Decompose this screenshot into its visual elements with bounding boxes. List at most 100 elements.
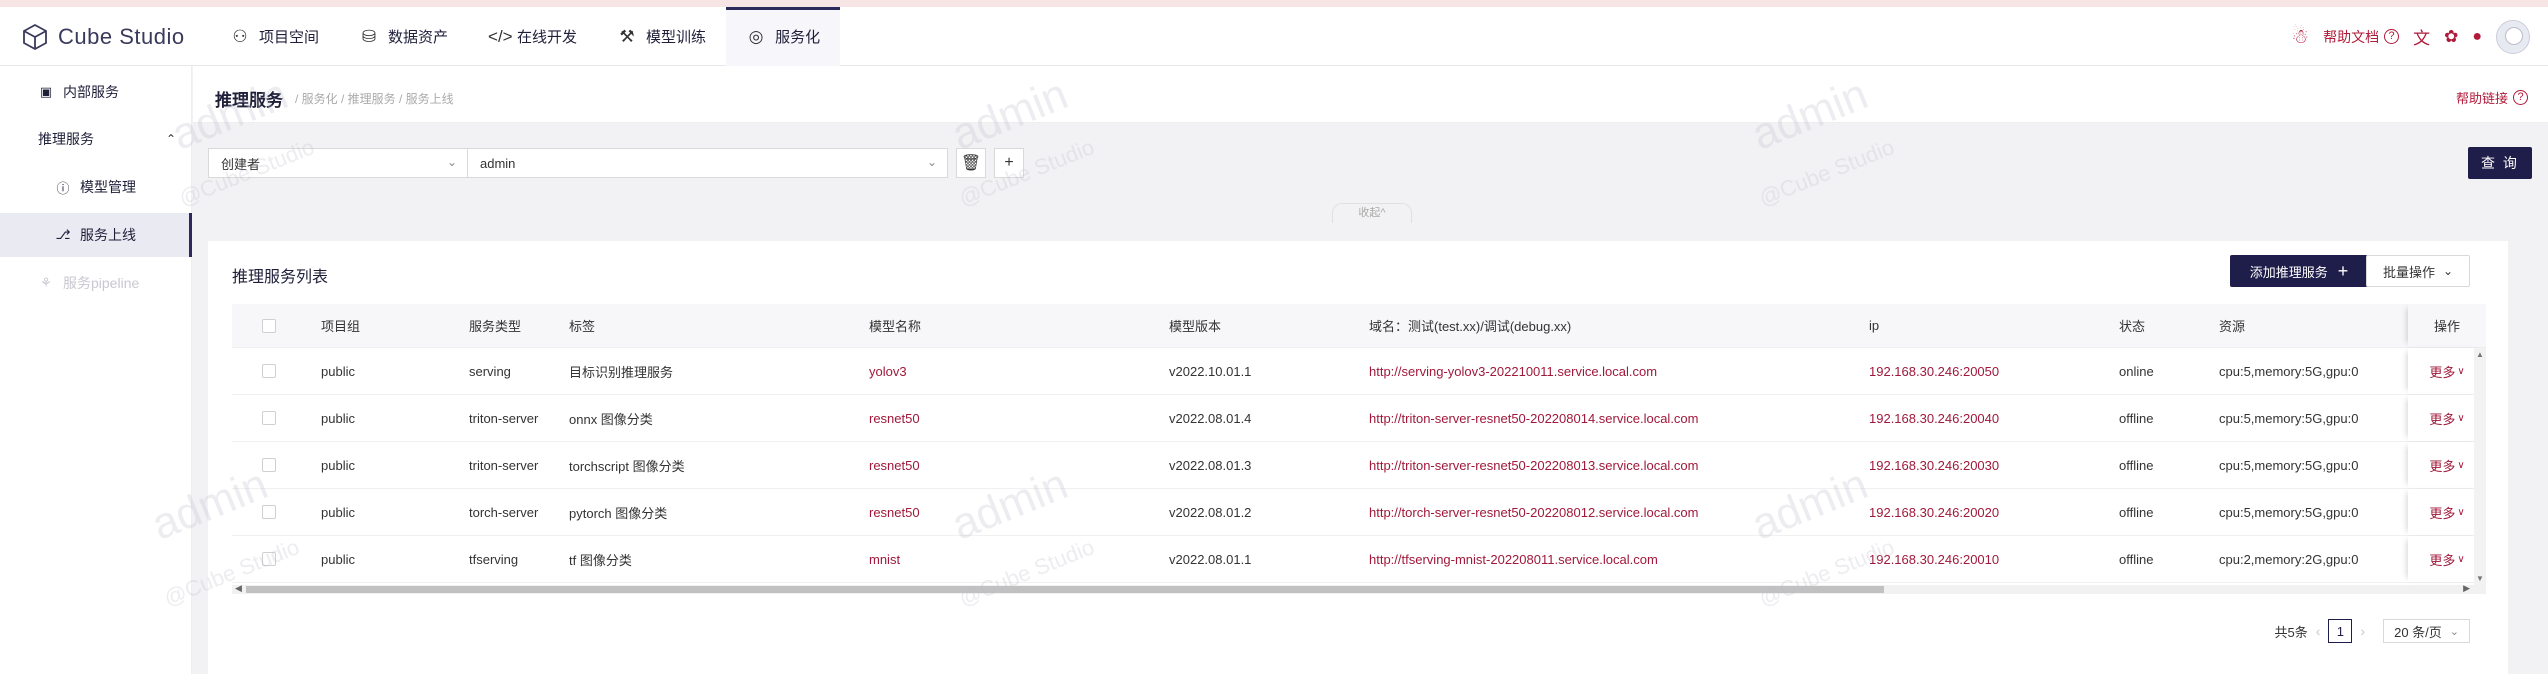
nav-serving[interactable]: ◎ 服务化 — [726, 7, 841, 66]
cell-domain-link[interactable]: http://torch-server-resnet50-202208012.s… — [1369, 489, 1699, 535]
cell-ip-link[interactable]: 192.168.30.246:20010 — [1869, 536, 1999, 582]
cell-ip-link[interactable]: 192.168.30.246:20030 — [1869, 442, 1999, 488]
cell-group: public — [321, 551, 355, 567]
help-link[interactable]: 帮助链接 ? — [2456, 88, 2528, 107]
info-circle-icon: ⓘ — [56, 180, 70, 196]
nav-project-space[interactable]: ⚇ 项目空间 — [210, 7, 339, 66]
collapse-filter-toggle[interactable]: 收起^ — [1332, 203, 1412, 223]
scroll-left-icon[interactable]: ◀ — [235, 583, 242, 594]
nav-label: 模型训练 — [646, 29, 707, 46]
app-logo[interactable]: Cube Studio — [22, 21, 185, 53]
scroll-down-icon[interactable]: ▼ — [2476, 574, 2484, 583]
sidebar-item-service-online[interactable]: ⎇ 服务上线 — [0, 213, 192, 257]
col-header-domain[interactable]: 域名：测试(test.xx)/调试(debug.xx) — [1369, 304, 1571, 347]
scroll-right-icon[interactable]: ▶ — [2463, 583, 2470, 594]
more-label: 更多 — [2429, 364, 2456, 380]
batch-button-label: 批量操作 — [2382, 264, 2435, 280]
table-row: public serving 目标识别推理服务 yolov3 v2022.10.01.1… — [232, 348, 2486, 395]
nav-label: 服务化 — [775, 29, 821, 46]
cell-tag: tf 图像分类 — [569, 552, 632, 568]
cell-ip-link[interactable]: 192.168.30.246:20020 — [1869, 489, 1999, 535]
sidebar-item-model-management[interactable]: ⓘ 模型管理 — [0, 165, 192, 209]
cell-model-link[interactable]: resnet50 — [869, 489, 920, 535]
cell-version: v2022.10.01.1 — [1169, 363, 1252, 379]
cell-tag: onnx 图像分类 — [569, 411, 653, 427]
cell-domain-link[interactable]: http://triton-server-resnet50-202208013.… — [1369, 442, 1699, 488]
row-checkbox[interactable] — [262, 395, 276, 441]
nav-label: 数据资产 — [388, 29, 449, 46]
github-icon[interactable]: ● — [2472, 28, 2482, 46]
scroll-up-icon[interactable]: ▲ — [2476, 350, 2484, 359]
cell-domain-link[interactable]: http://serving-yolov3-202210011.service.… — [1369, 348, 1657, 394]
plus-icon: + — [2337, 260, 2349, 281]
delete-filter-button[interactable]: 🗑 — [956, 148, 986, 178]
table-row: public tfserving tf 图像分类 mnist v2022.08.01.1… — [232, 536, 2486, 583]
main-nav: ⚇ 项目空间 ⛁ 数据资产 </> 在线开发 ⚒ 模型训练 ◎ 服务化 — [210, 7, 841, 66]
add-inference-service-button[interactable]: 添加推理服务 + — [2230, 255, 2368, 287]
add-filter-button[interactable]: + — [994, 148, 1024, 178]
help-doc-link[interactable]: 帮助文档 ? — [2323, 27, 2400, 47]
sidebar: ▣ 内部服务 推理服务 ⌃ ⓘ 模型管理 ⎇ 服务上线 ⚘ 服务pipeline — [0, 66, 192, 674]
table-header: 项目组 服务类型 标签 模型名称 模型版本 域名：测试(test.xx)/调试(… — [232, 304, 2486, 348]
page-header: 推理服务 / 服务化 / 推理服务 / 服务上线 帮助链接 ? — [193, 66, 2548, 123]
nav-online-dev[interactable]: </> 在线开发 — [468, 7, 597, 66]
service-list-panel: 推理服务列表 添加推理服务 + 批量操作 ⌄ 项目组 服务类型 标签 模型名称 … — [208, 241, 2508, 674]
sidebar-item-service-pipeline[interactable]: ⚘ 服务pipeline — [0, 261, 192, 305]
cell-status: offline — [2119, 504, 2154, 520]
col-header-version[interactable]: 模型版本 — [1169, 304, 1221, 347]
select-all-checkbox[interactable] — [262, 304, 276, 347]
scrollbar-thumb[interactable] — [246, 586, 1884, 593]
cell-domain-link[interactable]: http://triton-server-resnet50-202208014.… — [1369, 395, 1699, 441]
prev-page-icon[interactable]: ‹ — [2316, 623, 2321, 639]
sidebar-item-internal-service[interactable]: ▣ 内部服务 — [0, 70, 192, 114]
watermark-sub: @Cube Studio — [1755, 134, 1898, 211]
col-header-ip[interactable]: ip — [1869, 304, 1879, 347]
horizontal-scrollbar[interactable]: ◀ ▶ — [232, 583, 2486, 594]
cell-model-link[interactable]: yolov3 — [869, 348, 907, 394]
cell-model-link[interactable]: resnet50 — [869, 395, 920, 441]
nav-model-training[interactable]: ⚒ 模型训练 — [597, 7, 726, 66]
chevron-up-icon: ⌃ — [165, 132, 176, 146]
training-icon: ⚒ — [619, 26, 635, 46]
page-number-current[interactable]: 1 — [2328, 619, 2353, 643]
col-header-status[interactable]: 状态 — [2119, 304, 2145, 347]
page-title: 推理服务 — [215, 91, 283, 110]
cell-type: triton-server — [469, 457, 539, 473]
chevron-down-icon: ∨ — [2457, 365, 2465, 377]
col-header-group[interactable]: 项目组 — [321, 304, 360, 347]
user-avatar[interactable] — [2496, 19, 2530, 54]
cell-resource: cpu:5,memory:5G,gpu:0 — [2219, 457, 2359, 473]
cell-domain-link[interactable]: http://tfserving-mnist-202208011.service… — [1369, 536, 1658, 582]
mascot-icon: ☃ — [2291, 26, 2310, 48]
row-checkbox[interactable] — [262, 348, 276, 394]
page-size-value: 20 条/页 — [2394, 624, 2442, 640]
app-name: Cube Studio — [58, 24, 185, 49]
next-page-icon[interactable]: › — [2360, 623, 2365, 639]
vertical-scrollbar[interactable]: ▲ ▼ — [2474, 348, 2486, 585]
cell-ip-link[interactable]: 192.168.30.246:20040 — [1869, 395, 1999, 441]
page-size-select[interactable]: 20 条/页 ⌄ — [2383, 619, 2470, 643]
cell-model-link[interactable]: resnet50 — [869, 442, 920, 488]
filter-value-select[interactable]: admin ⌄ — [468, 148, 948, 178]
row-checkbox[interactable] — [262, 536, 276, 582]
wechat-icon[interactable]: ✿ — [2444, 27, 2458, 47]
filter-field-select[interactable]: 创建者 ⌄ — [208, 148, 468, 178]
sidebar-item-label: 服务上线 — [80, 227, 136, 243]
sidebar-group-inference[interactable]: 推理服务 ⌃ — [0, 117, 192, 161]
cell-model-link[interactable]: mnist — [869, 536, 900, 582]
nav-data-assets[interactable]: ⛁ 数据资产 — [339, 7, 468, 66]
col-header-type[interactable]: 服务类型 — [469, 304, 521, 347]
cell-ip-link[interactable]: 192.168.30.246:20050 — [1869, 348, 1999, 394]
header-actions: ☃ 帮助文档 ? 文 ✿ ● — [2277, 7, 2530, 66]
batch-operation-button[interactable]: 批量操作 ⌄ — [2366, 255, 2470, 287]
trash-icon: 🗑 — [960, 155, 982, 172]
language-icon[interactable]: 文 — [2413, 24, 2430, 49]
col-header-resource[interactable]: 资源 — [2219, 304, 2245, 347]
col-header-tag[interactable]: 标签 — [569, 304, 595, 347]
query-button[interactable]: 查 询 — [2468, 147, 2532, 179]
row-checkbox[interactable] — [262, 442, 276, 488]
row-checkbox[interactable] — [262, 489, 276, 535]
col-header-model[interactable]: 模型名称 — [869, 304, 921, 347]
more-label: 更多 — [2429, 458, 2456, 474]
col-header-operation: 操作 — [2408, 304, 2486, 347]
